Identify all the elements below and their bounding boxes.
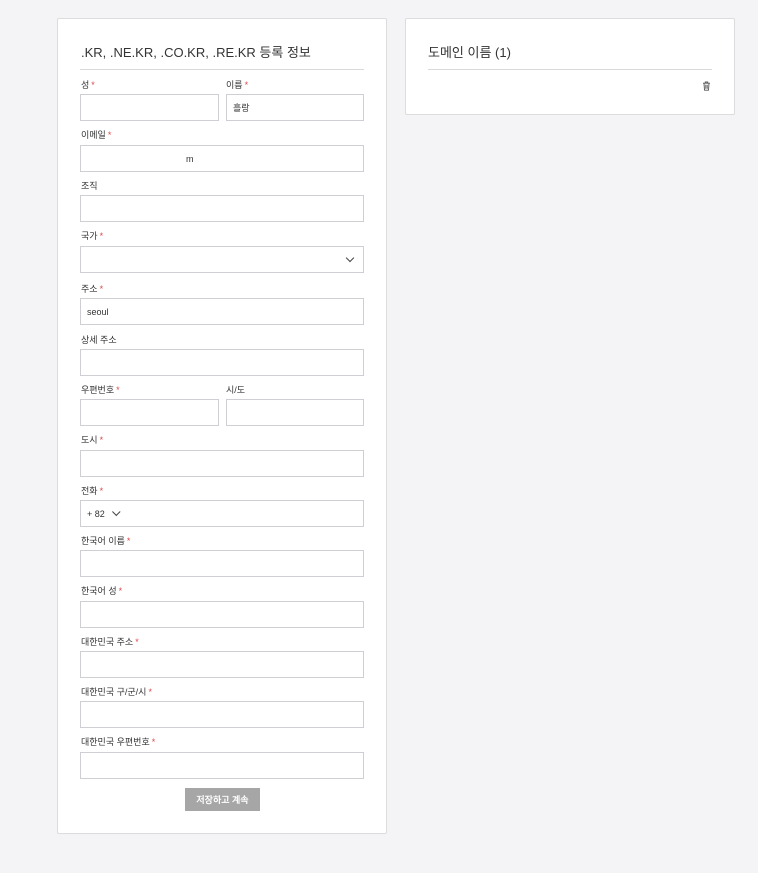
address-detail-field[interactable] <box>80 349 364 376</box>
korean-postal-code-field[interactable] <box>80 752 364 779</box>
korean-first-name-field[interactable] <box>80 550 364 577</box>
address-field[interactable]: seoul <box>80 298 364 325</box>
first-name-field[interactable]: 흘랑 <box>226 94 364 121</box>
domain-list-card: 도메인 이름 (1) <box>405 18 735 115</box>
city-field[interactable] <box>80 450 364 477</box>
domain-list-title: 도메인 이름 (1) <box>428 45 511 60</box>
korean-district-field[interactable] <box>80 701 364 728</box>
chevron-down-icon[interactable] <box>111 507 121 516</box>
last-name-field[interactable] <box>80 94 219 121</box>
address-label: 주소 * <box>81 284 104 294</box>
state-field[interactable] <box>226 399 364 426</box>
korean-address-field[interactable] <box>80 651 364 678</box>
chevron-down-icon <box>345 253 355 263</box>
email-label: 이메일 * <box>81 130 112 140</box>
address-detail-label: 상세 주소 <box>81 335 117 345</box>
first-name-label: 이름 * <box>226 80 249 90</box>
save-and-continue-button[interactable]: 저장하고 계속 <box>185 788 260 811</box>
postal-code-field[interactable] <box>80 399 219 426</box>
organization-field[interactable] <box>80 195 364 222</box>
organization-label: 조직 <box>81 181 98 191</box>
phone-country-code[interactable]: + 82 <box>87 509 105 519</box>
korean-district-label: 대한민국 구/군/시 * <box>81 687 152 697</box>
form-title: .KR, .NE.KR, .CO.KR, .RE.KR 등록 정보 <box>81 45 311 60</box>
state-label: 시/도 <box>226 385 246 395</box>
last-name-label: 성 * <box>81 80 95 90</box>
registration-form-card: .KR, .NE.KR, .CO.KR, .RE.KR 등록 정보 성 * 이름 *… <box>57 18 387 834</box>
phone-label: 전화 * <box>81 486 104 496</box>
korean-last-name-label: 한국어 성 * <box>81 586 123 596</box>
country-select[interactable] <box>80 246 364 273</box>
korean-first-name-label: 한국어 이름 * <box>81 536 131 546</box>
phone-field[interactable]: + 82 <box>80 500 364 527</box>
email-field[interactable]: m <box>80 145 364 172</box>
country-label: 국가 * <box>81 231 104 241</box>
city-label: 도시 * <box>81 435 104 445</box>
korean-address-label: 대한민국 주소 * <box>81 637 139 647</box>
title-divider <box>80 69 364 70</box>
domain-title-divider <box>428 69 712 70</box>
korean-postal-code-label: 대한민국 우편번호 * <box>81 737 156 747</box>
trash-icon[interactable] <box>702 81 711 91</box>
korean-last-name-field[interactable] <box>80 601 364 628</box>
postal-code-label: 우편번호 * <box>81 385 120 395</box>
